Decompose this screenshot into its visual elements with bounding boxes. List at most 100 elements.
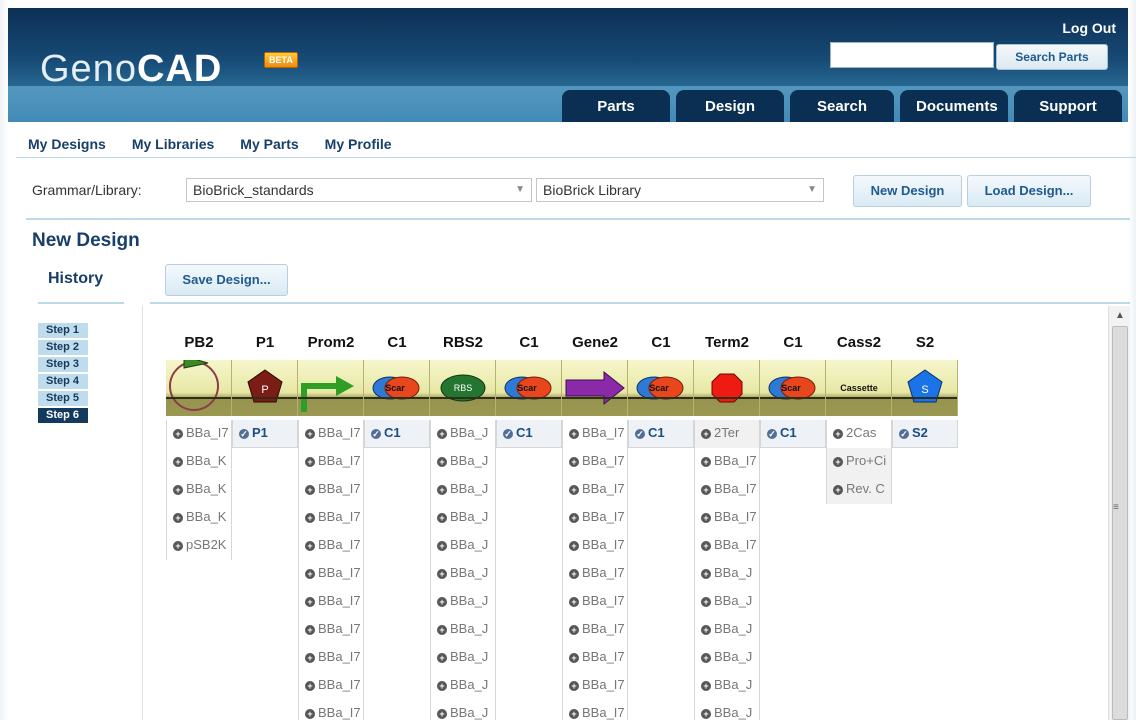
subnav-my-parts[interactable]: My Parts bbox=[240, 136, 298, 152]
column-icon-cell[interactable] bbox=[694, 360, 760, 416]
genocad-logo[interactable]: GenoCAD bbox=[40, 48, 222, 91]
part-item[interactable]: + BBa_K bbox=[167, 476, 231, 504]
part-item[interactable]: + BBa_I7 bbox=[299, 672, 363, 700]
column-icon-cell[interactable] bbox=[562, 360, 628, 416]
column-icon-cell[interactable] bbox=[298, 360, 364, 416]
part-item[interactable]: + BBa_I7 bbox=[563, 588, 627, 616]
part-item[interactable]: + BBa_I7 bbox=[695, 448, 759, 476]
new-design-button[interactable]: New Design bbox=[853, 175, 962, 207]
part-item[interactable]: ✓ C1 bbox=[497, 420, 561, 448]
search-parts-button[interactable]: Search Parts bbox=[996, 44, 1108, 70]
part-item[interactable]: + BBa_I7 bbox=[563, 616, 627, 644]
column-icon-cell[interactable]: S bbox=[892, 360, 958, 416]
part-item[interactable]: + BBa_I7 bbox=[563, 476, 627, 504]
part-item[interactable]: +2Ter bbox=[695, 420, 759, 448]
column-icon-cell[interactable]: Scar bbox=[364, 360, 430, 416]
part-item[interactable]: + BBa_I7 bbox=[563, 420, 627, 448]
column-icon-cell[interactable]: Scar bbox=[760, 360, 826, 416]
vertical-scrollbar[interactable]: ▲ ≡ bbox=[1108, 306, 1130, 720]
part-item[interactable]: + BBa_J bbox=[431, 532, 495, 560]
part-item[interactable]: ✓ P1 bbox=[233, 420, 297, 448]
step-6[interactable]: Step 6 bbox=[38, 408, 88, 423]
search-parts-input[interactable] bbox=[830, 42, 994, 68]
part-item[interactable]: + BBa_J bbox=[695, 588, 759, 616]
part-item[interactable]: ✓ S2 bbox=[893, 420, 957, 448]
step-5[interactable]: Step 5 bbox=[38, 391, 88, 406]
column-icon-cell[interactable]: RBS bbox=[430, 360, 496, 416]
step-2[interactable]: Step 2 bbox=[38, 340, 88, 355]
tab-documents[interactable]: Documents bbox=[900, 90, 1008, 122]
part-item[interactable]: + BBa_J bbox=[431, 588, 495, 616]
part-item[interactable]: + BBa_J bbox=[431, 616, 495, 644]
part-item[interactable]: + BBa_I7 bbox=[299, 700, 363, 720]
save-design-button[interactable]: Save Design... bbox=[165, 264, 288, 296]
column-icon-cell[interactable]: Scar bbox=[628, 360, 694, 416]
part-item[interactable]: + BBa_I7 bbox=[299, 616, 363, 644]
sub-navigation: My Designs My Libraries My Parts My Prof… bbox=[28, 136, 392, 152]
part-item[interactable]: + BBa_J bbox=[431, 700, 495, 720]
step-4[interactable]: Step 4 bbox=[38, 374, 88, 389]
part-item[interactable]: + BBa_J bbox=[695, 560, 759, 588]
part-item[interactable]: + BBa_J bbox=[431, 504, 495, 532]
part-item[interactable]: +2Cas bbox=[827, 420, 891, 448]
part-item[interactable]: ✓ C1 bbox=[629, 420, 693, 448]
part-item[interactable]: + BBa_J bbox=[431, 560, 495, 588]
part-item[interactable]: + BBa_I7 bbox=[695, 532, 759, 560]
part-item[interactable]: + BBa_J bbox=[695, 644, 759, 672]
part-item[interactable]: + pSB2K bbox=[167, 532, 231, 560]
part-item[interactable]: + BBa_K bbox=[167, 448, 231, 476]
scroll-thumb[interactable] bbox=[1112, 326, 1128, 720]
tab-support[interactable]: Support bbox=[1014, 90, 1122, 122]
part-item[interactable]: + BBa_J bbox=[431, 644, 495, 672]
tab-parts[interactable]: Parts bbox=[562, 90, 670, 122]
column-icon-cell[interactable]: Cassette bbox=[826, 360, 892, 416]
part-item[interactable]: + BBa_I7 bbox=[167, 420, 231, 448]
part-item[interactable]: + BBa_J bbox=[431, 420, 495, 448]
part-item[interactable]: + BBa_I7 bbox=[563, 560, 627, 588]
column-icon-cell[interactable] bbox=[166, 360, 232, 416]
part-item[interactable]: + BBa_I7 bbox=[299, 476, 363, 504]
part-item[interactable]: + BBa_J bbox=[431, 476, 495, 504]
part-item[interactable]: + BBa_I7 bbox=[695, 476, 759, 504]
load-design-button[interactable]: Load Design... bbox=[967, 175, 1091, 207]
column-icon-cell[interactable]: P bbox=[232, 360, 298, 416]
grammar-select[interactable]: BioBrick_standards ▼ bbox=[186, 178, 532, 202]
step-1[interactable]: Step 1 bbox=[38, 323, 88, 338]
subnav-my-designs[interactable]: My Designs bbox=[28, 136, 106, 152]
subnav-my-libraries[interactable]: My Libraries bbox=[132, 136, 214, 152]
tab-design[interactable]: Design bbox=[676, 90, 784, 122]
tab-search[interactable]: Search bbox=[790, 90, 894, 122]
part-item[interactable]: + Rev. C bbox=[827, 476, 891, 504]
pentagon-p-icon: P bbox=[247, 369, 283, 403]
part-item[interactable]: + BBa_I7 bbox=[299, 504, 363, 532]
part-item[interactable]: + BBa_I7 bbox=[563, 448, 627, 476]
subnav-my-profile[interactable]: My Profile bbox=[325, 136, 392, 152]
part-item[interactable]: + BBa_I7 bbox=[563, 672, 627, 700]
part-item[interactable]: + BBa_I7 bbox=[299, 420, 363, 448]
part-item[interactable]: + BBa_J bbox=[431, 448, 495, 476]
part-item[interactable]: + BBa_K bbox=[167, 504, 231, 532]
part-item[interactable]: + BBa_J bbox=[695, 700, 759, 720]
part-item[interactable]: ✓ C1 bbox=[761, 420, 825, 448]
column-icon-cell[interactable]: Scar bbox=[496, 360, 562, 416]
step-3[interactable]: Step 3 bbox=[38, 357, 88, 372]
part-item[interactable]: + BBa_I7 bbox=[299, 588, 363, 616]
part-item[interactable]: + BBa_I7 bbox=[563, 504, 627, 532]
part-item[interactable]: + BBa_I7 bbox=[299, 532, 363, 560]
part-item[interactable]: + BBa_J bbox=[431, 672, 495, 700]
part-item[interactable]: + BBa_I7 bbox=[695, 504, 759, 532]
part-item[interactable]: + BBa_J bbox=[695, 672, 759, 700]
logout-link[interactable]: Log Out bbox=[1062, 20, 1116, 36]
library-select[interactable]: BioBrick Library ▼ bbox=[536, 178, 824, 202]
part-item[interactable]: + BBa_I7 bbox=[299, 448, 363, 476]
part-item[interactable]: + BBa_I7 bbox=[563, 644, 627, 672]
part-item[interactable]: + BBa_I7 bbox=[299, 560, 363, 588]
scroll-up-icon[interactable]: ▲ bbox=[1115, 310, 1125, 321]
part-item[interactable]: + BBa_J bbox=[695, 616, 759, 644]
part-item[interactable]: + BBa_I7 bbox=[563, 700, 627, 720]
plus-circle-icon: + bbox=[701, 625, 711, 635]
part-item[interactable]: + BBa_I7 bbox=[299, 644, 363, 672]
part-item[interactable]: ✓ C1 bbox=[365, 420, 429, 448]
part-item[interactable]: + BBa_I7 bbox=[563, 532, 627, 560]
part-item[interactable]: + Pro+Ci bbox=[827, 448, 891, 476]
